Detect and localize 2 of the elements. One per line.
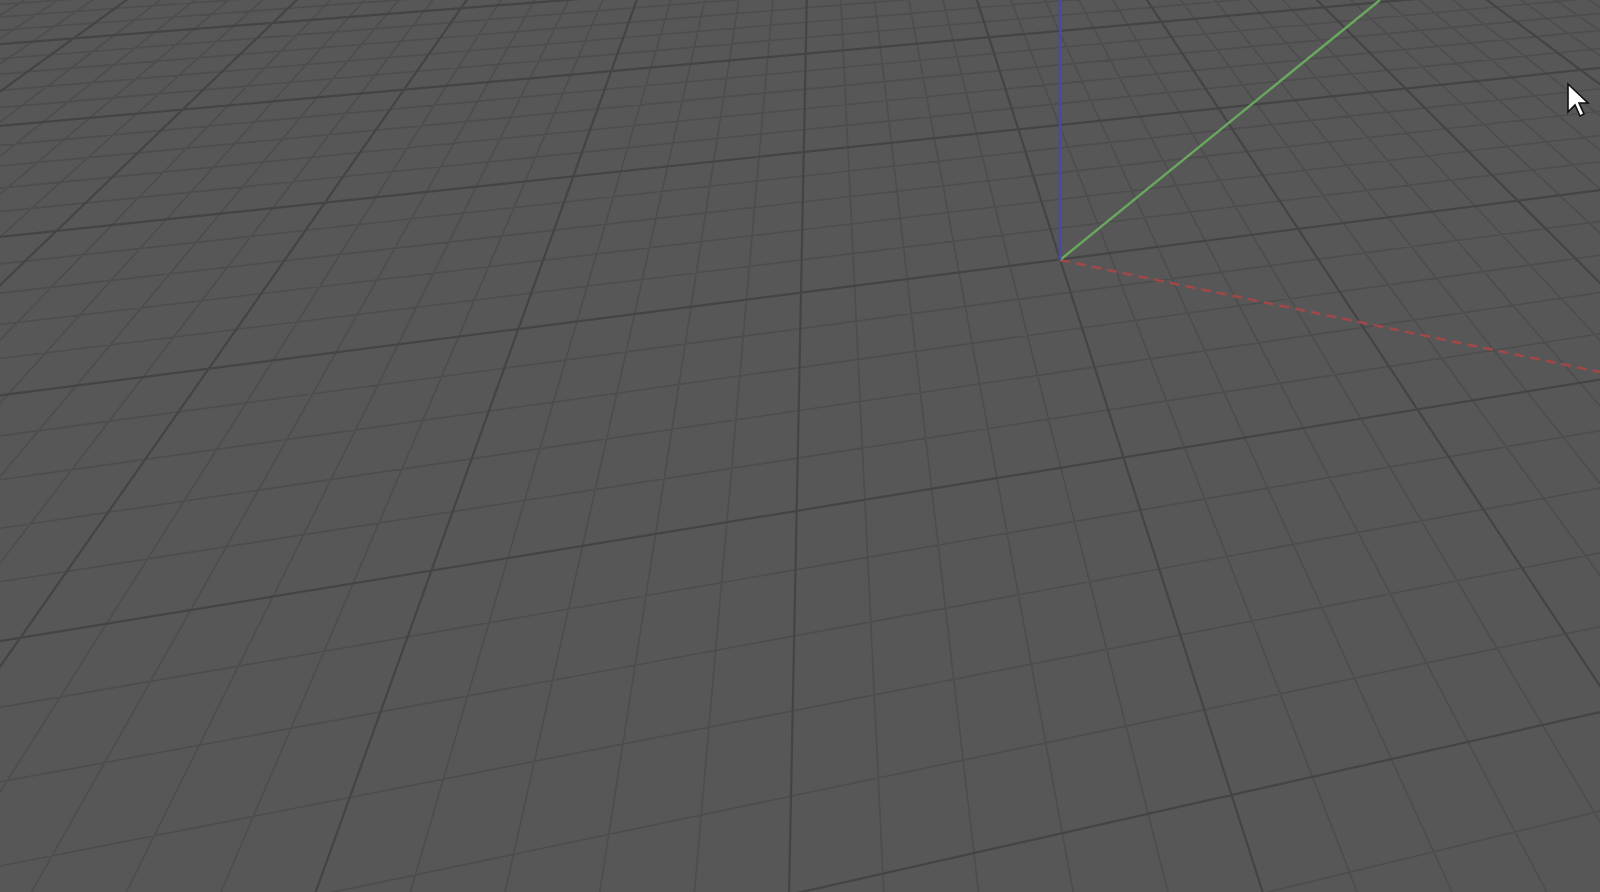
viewport[interactable]: [0, 0, 1600, 892]
mouse-cursor-icon: [1567, 82, 1590, 118]
